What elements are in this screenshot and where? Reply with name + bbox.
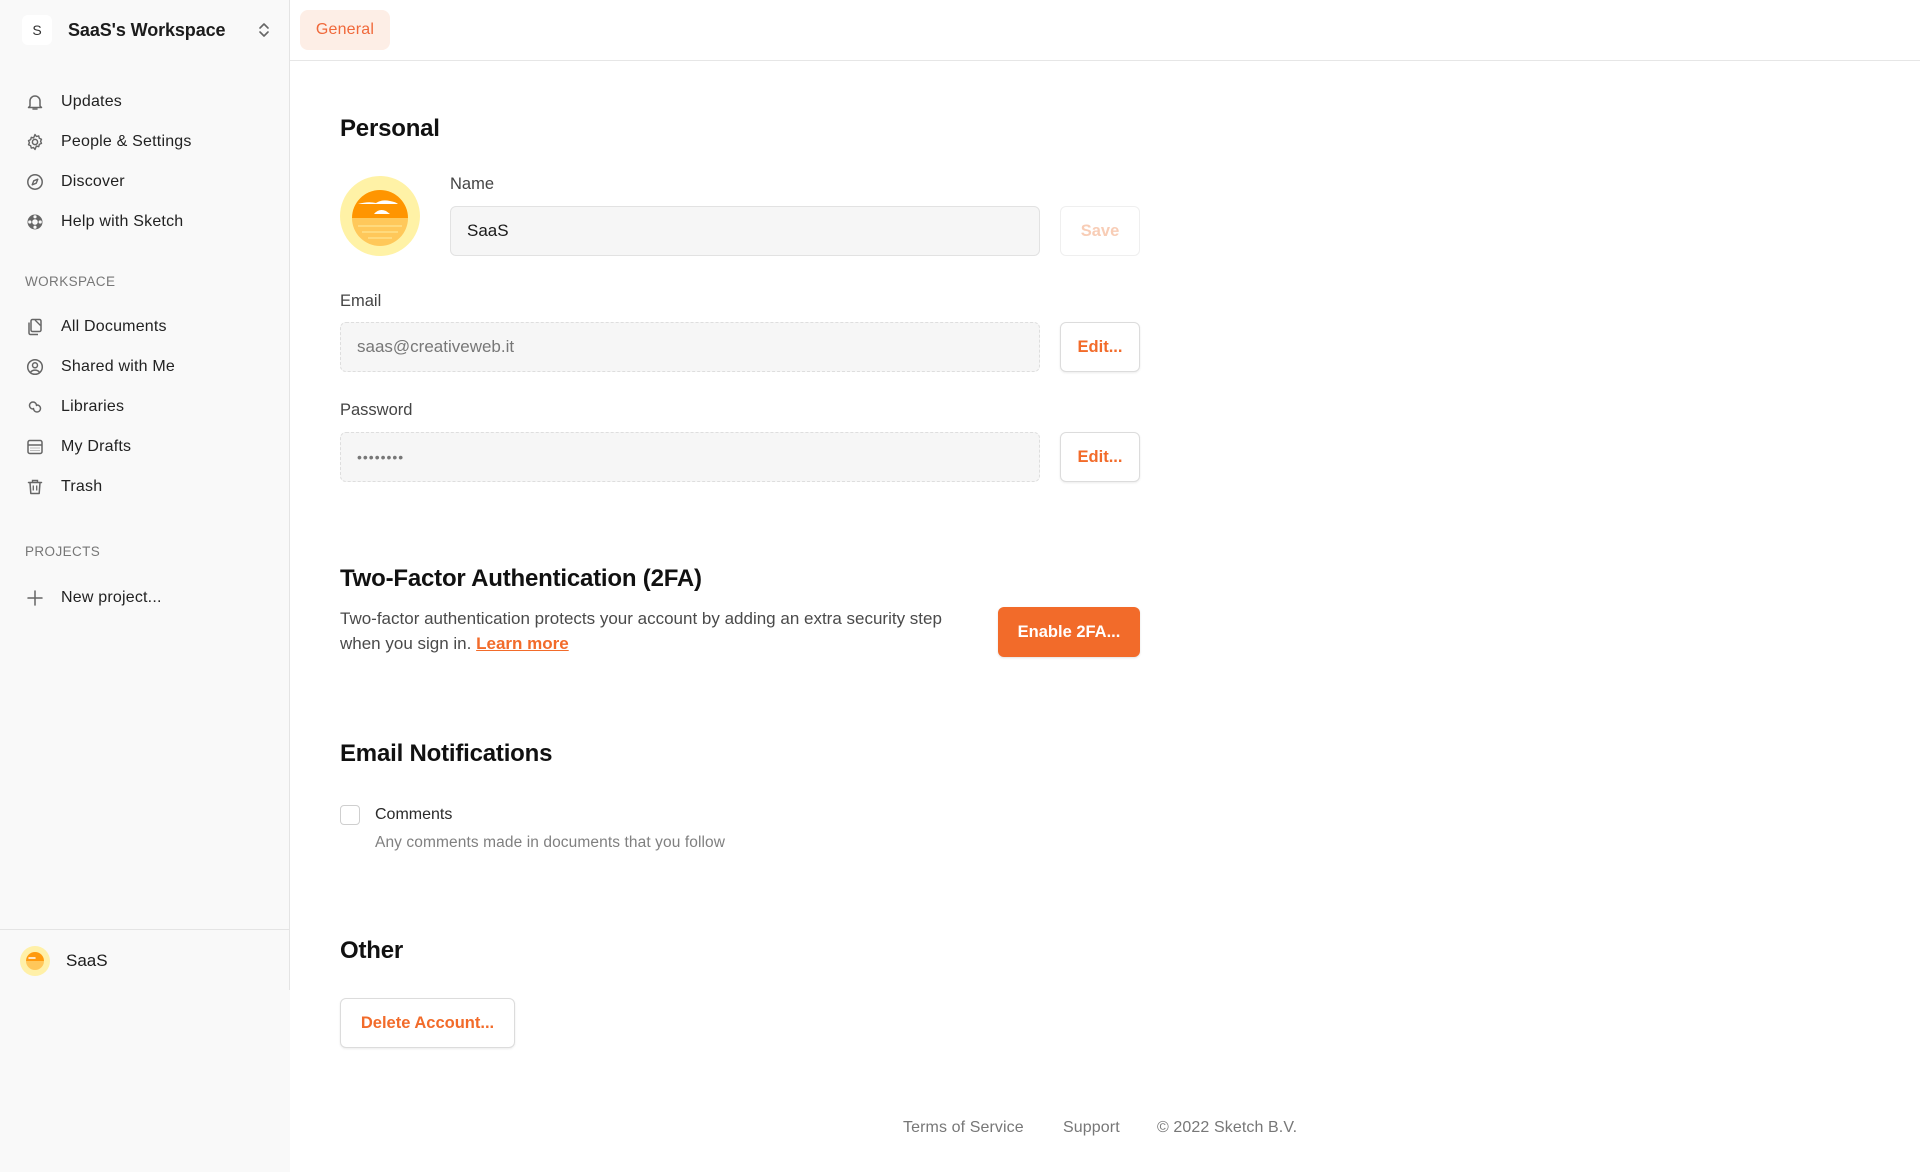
email-field: saas@creativeweb.it bbox=[340, 322, 1040, 372]
profile-avatar[interactable] bbox=[340, 176, 420, 256]
new-project-button[interactable]: New project... bbox=[0, 578, 290, 618]
sidebar-item-people-settings[interactable]: People & Settings bbox=[0, 122, 290, 162]
email-label: Email bbox=[340, 292, 382, 310]
workspace-section-label: WORKSPACE bbox=[25, 274, 116, 289]
user-name: SaaS bbox=[66, 950, 108, 970]
sidebar-item-label: Trash bbox=[61, 478, 103, 495]
comments-label: Comments bbox=[375, 806, 453, 823]
workspace-switcher[interactable]: S SaaS's Workspace bbox=[22, 14, 272, 46]
name-input[interactable]: SaaS bbox=[450, 206, 1040, 256]
compass-icon bbox=[26, 173, 44, 191]
user-avatar bbox=[20, 945, 50, 976]
sidebar-item-my-drafts[interactable]: My Drafts bbox=[0, 427, 290, 467]
sidebar-nav-main: Updates People & Settings Discover Help … bbox=[0, 82, 290, 242]
sidebar-item-label: All Documents bbox=[61, 318, 167, 335]
two-factor-heading: Two-Factor Authentication (2FA) bbox=[340, 565, 702, 592]
gear-icon bbox=[26, 133, 44, 151]
user-circle-icon bbox=[26, 358, 44, 376]
lifebuoy-icon bbox=[26, 213, 44, 231]
personal-heading: Personal bbox=[340, 115, 440, 142]
comments-description: Any comments made in documents that you … bbox=[375, 834, 726, 851]
sidebar-nav-projects: New project... bbox=[0, 578, 290, 618]
edit-password-button[interactable]: Edit... bbox=[1060, 432, 1140, 482]
learn-more-link[interactable]: Learn more bbox=[476, 634, 569, 653]
two-factor-description: Two-factor authentication protects your … bbox=[340, 606, 960, 656]
sidebar-item-updates[interactable]: Updates bbox=[0, 82, 290, 122]
sidebar-item-label: Shared with Me bbox=[61, 358, 175, 375]
sidebar-item-shared-with-me[interactable]: Shared with Me bbox=[0, 347, 290, 387]
sidebar: S SaaS's Workspace Updates People & Sett… bbox=[0, 0, 290, 1172]
workspace-badge: S bbox=[22, 15, 52, 45]
other-heading: Other bbox=[340, 937, 404, 964]
sidebar-item-label: Libraries bbox=[61, 398, 125, 415]
sidebar-item-help[interactable]: Help with Sketch bbox=[0, 202, 290, 242]
terms-link[interactable]: Terms of Service bbox=[903, 1119, 1024, 1137]
password-field: •••••••• bbox=[340, 432, 1040, 482]
two-factor-text: Two-factor authentication protects your … bbox=[340, 609, 942, 653]
sidebar-item-label: Help with Sketch bbox=[61, 213, 184, 230]
delete-account-button[interactable]: Delete Account... bbox=[340, 998, 515, 1048]
user-menu[interactable]: SaaS bbox=[0, 929, 290, 991]
email-notifications-heading: Email Notifications bbox=[340, 740, 553, 767]
documents-icon bbox=[26, 318, 44, 336]
comments-checkbox[interactable] bbox=[340, 805, 360, 825]
sidebar-item-label: People & Settings bbox=[61, 133, 192, 150]
top-bar: General bbox=[290, 0, 1920, 61]
sidebar-item-discover[interactable]: Discover bbox=[0, 162, 290, 202]
tab-general[interactable]: General bbox=[300, 10, 390, 50]
copyright: © 2022 Sketch B.V. bbox=[1157, 1119, 1298, 1136]
edit-email-button[interactable]: Edit... bbox=[1060, 322, 1140, 372]
sidebar-item-trash[interactable]: Trash bbox=[0, 467, 290, 507]
password-label: Password bbox=[340, 401, 413, 419]
support-link[interactable]: Support bbox=[1063, 1119, 1120, 1137]
save-button[interactable]: Save bbox=[1060, 206, 1140, 256]
sidebar-item-label: Updates bbox=[61, 93, 122, 110]
projects-section-label: PROJECTS bbox=[25, 544, 101, 559]
sidebar-item-label: My Drafts bbox=[61, 438, 132, 455]
workspace-name: SaaS's Workspace bbox=[68, 19, 226, 40]
plus-icon bbox=[26, 589, 44, 607]
chevron-up-down-icon bbox=[259, 23, 269, 37]
sidebar-item-all-documents[interactable]: All Documents bbox=[0, 307, 290, 347]
sidebar-divider bbox=[289, 0, 290, 990]
library-link-icon bbox=[26, 398, 44, 416]
sidebar-item-libraries[interactable]: Libraries bbox=[0, 387, 290, 427]
new-project-label: New project... bbox=[61, 589, 162, 606]
enable-2fa-button[interactable]: Enable 2FA... bbox=[998, 607, 1140, 657]
trash-icon bbox=[26, 478, 44, 496]
sidebar-nav-workspace: All Documents Shared with Me Libraries M… bbox=[0, 307, 290, 507]
drafts-icon bbox=[26, 438, 44, 456]
sidebar-item-label: Discover bbox=[61, 173, 125, 190]
bell-icon bbox=[26, 93, 44, 111]
name-label: Name bbox=[450, 175, 495, 193]
